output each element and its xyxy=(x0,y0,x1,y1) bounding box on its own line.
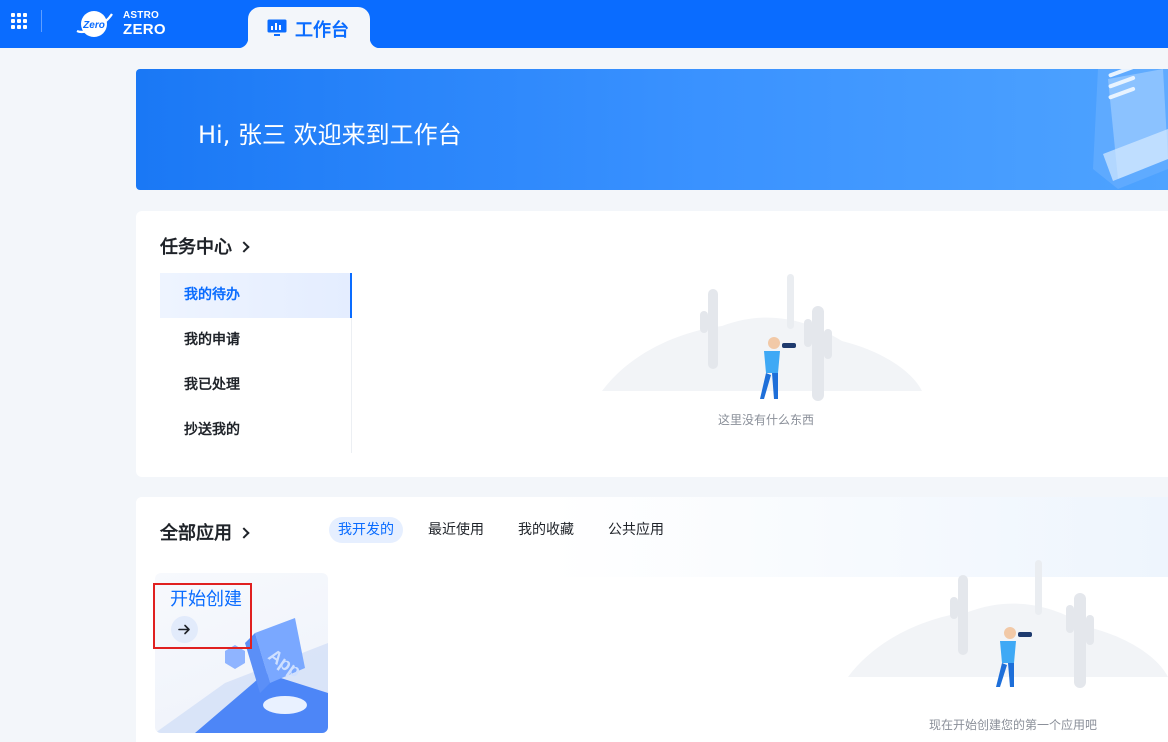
chevron-right-icon xyxy=(238,527,250,539)
welcome-greeting: Hi, 张三 欢迎来到工作台 xyxy=(198,121,462,149)
astro-zero-logo[interactable]: Zero ASTRO ZERO xyxy=(75,7,175,41)
empty-illustration-icon xyxy=(602,274,922,401)
logo-zero-text: ZERO xyxy=(123,21,166,38)
chevron-right-icon xyxy=(238,241,250,253)
tab-workbench[interactable]: 工作台 xyxy=(238,7,380,48)
app-launcher-grid-icon[interactable] xyxy=(11,13,27,29)
all-apps-title[interactable]: 全部应用 xyxy=(160,519,250,545)
tab-my-developed[interactable]: 我开发的 xyxy=(329,517,403,543)
app-tabs: 我开发的 最近使用 我的收藏 公共应用 xyxy=(329,517,689,543)
apps-empty-text: 现在开始创建您的第一个应用吧 xyxy=(929,718,1098,732)
logo-astro-text: ASTRO xyxy=(123,10,159,21)
empty-illustration-icon xyxy=(848,560,1168,688)
task-empty-text: 这里没有什么东西 xyxy=(718,413,815,427)
banner-decoration-icon xyxy=(1093,69,1168,189)
task-center-title-text: 任务中心 xyxy=(160,237,232,258)
all-apps-title-text: 全部应用 xyxy=(160,523,232,544)
task-empty-state: 这里没有什么东西 xyxy=(602,271,922,451)
all-apps-card: 全部应用 我开发的 最近使用 我的收藏 公共应用 App 开始创建 现在开始创建… xyxy=(136,497,1168,742)
welcome-banner: Hi, 张三 欢迎来到工作台 xyxy=(136,69,1168,190)
task-menu: 我的待办 我的申请 我已处理 抄送我的 xyxy=(160,273,352,453)
task-center-title[interactable]: 任务中心 xyxy=(160,233,250,259)
monitor-chart-icon xyxy=(267,19,287,36)
task-item-applications[interactable]: 我的申请 xyxy=(160,318,351,363)
tab-recently-used[interactable]: 最近使用 xyxy=(419,517,493,543)
start-create-card[interactable]: App 开始创建 xyxy=(155,573,328,733)
task-center-card: 任务中心 我的待办 我的申请 我已处理 抄送我的 这里没有什么东西 xyxy=(136,211,1168,477)
apps-empty-state: 现在开始创建您的第一个应用吧 xyxy=(848,557,1168,742)
task-item-cc[interactable]: 抄送我的 xyxy=(160,408,351,453)
task-item-todo[interactable]: 我的待办 xyxy=(160,273,352,318)
top-bar: Zero ASTRO ZERO 工作台 xyxy=(0,0,1168,48)
tab-public-apps[interactable]: 公共应用 xyxy=(599,517,673,543)
header-divider xyxy=(41,10,42,32)
zero-badge-text: Zero xyxy=(82,20,105,31)
tab-my-favorites[interactable]: 我的收藏 xyxy=(509,517,583,543)
zero-badge-icon: Zero xyxy=(76,11,113,37)
start-create-label: 开始创建 xyxy=(170,589,242,610)
task-item-processed[interactable]: 我已处理 xyxy=(160,363,351,408)
tab-workbench-label: 工作台 xyxy=(295,20,349,41)
arrow-right-icon[interactable] xyxy=(171,616,198,643)
